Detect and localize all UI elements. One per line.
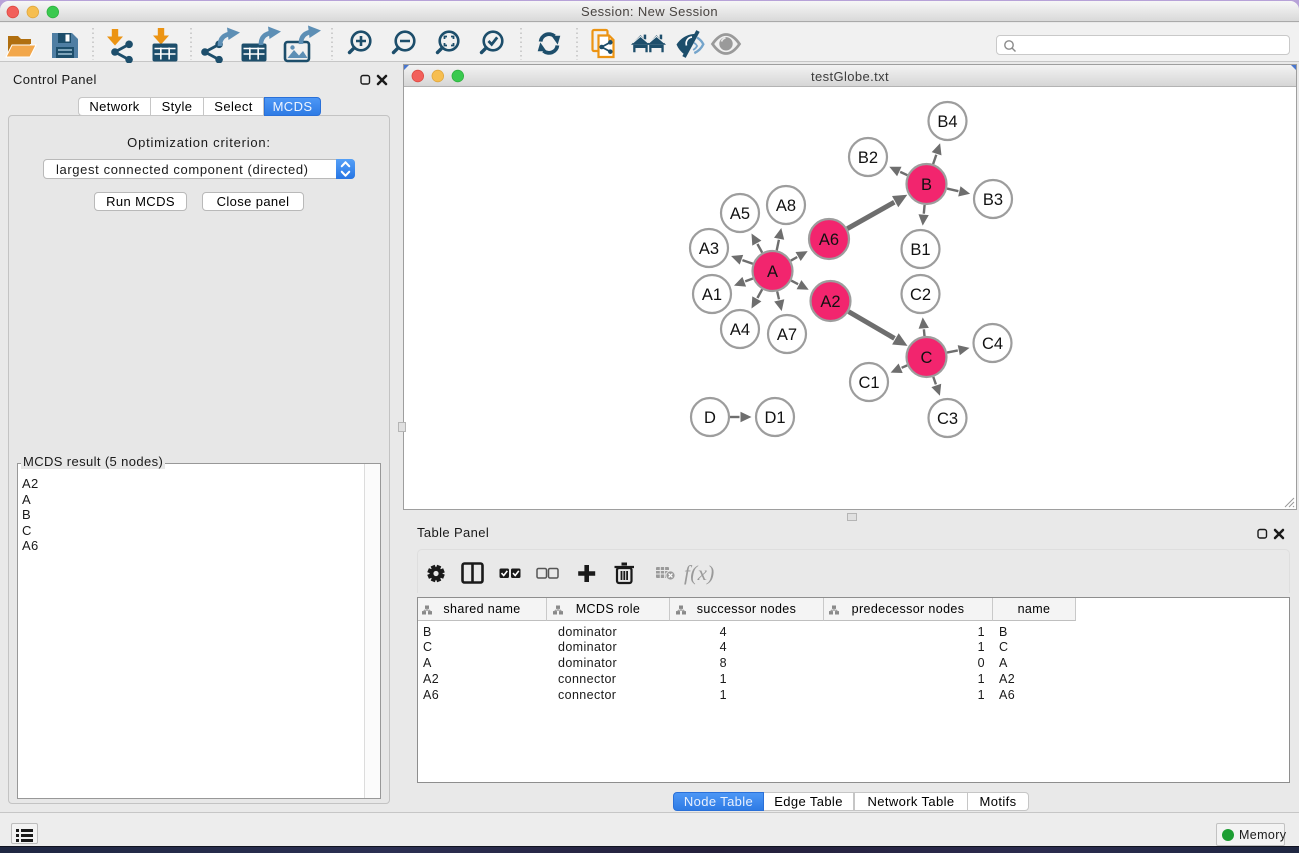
svg-text:A7: A7 xyxy=(777,326,797,344)
svg-text:C: C xyxy=(921,349,933,367)
svg-text:B2: B2 xyxy=(858,149,878,167)
svg-text:C2: C2 xyxy=(910,286,931,304)
svg-text:B1: B1 xyxy=(910,241,930,259)
svg-text:D1: D1 xyxy=(764,409,785,427)
svg-text:A: A xyxy=(767,263,778,281)
svg-text:C3: C3 xyxy=(937,410,958,428)
svg-text:A6: A6 xyxy=(819,231,839,249)
svg-text:A8: A8 xyxy=(776,197,796,215)
svg-text:A2: A2 xyxy=(820,293,840,311)
svg-text:B: B xyxy=(921,176,932,194)
svg-text:B3: B3 xyxy=(983,191,1003,209)
svg-text:B4: B4 xyxy=(937,113,957,131)
svg-text:C4: C4 xyxy=(982,335,1003,353)
svg-text:C1: C1 xyxy=(858,374,879,392)
